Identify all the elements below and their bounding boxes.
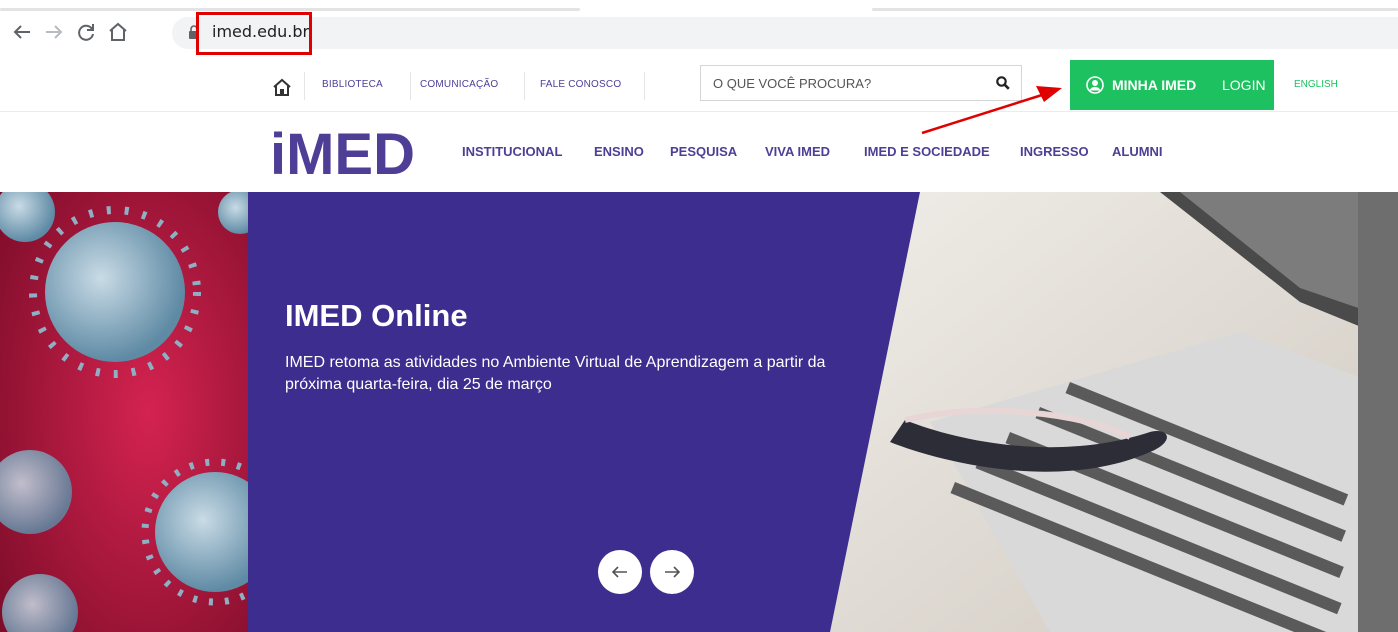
nav-alumni[interactable]: ALUMNI [1112, 144, 1163, 159]
divider [304, 72, 305, 100]
minha-imed-login-button[interactable]: MINHA IMED LOGIN [1070, 60, 1274, 110]
nav-ensino[interactable]: ENSINO [594, 144, 644, 159]
divider [524, 72, 525, 100]
hero-banner: IMED Online IMED retoma as atividades no… [0, 192, 1398, 632]
nav-ingresso[interactable]: INGRESSO [1020, 144, 1089, 159]
address-bar[interactable] [172, 17, 1398, 49]
tab-divider [872, 8, 1398, 11]
hero-background [0, 192, 1398, 632]
nav-institucional[interactable]: INSTITUCIONAL [462, 144, 562, 159]
browser-toolbar: imed.edu.br [0, 0, 1398, 60]
nav-imed-e-sociedade[interactable]: IMED E SOCIEDADE [864, 144, 990, 159]
forward-button[interactable] [42, 20, 66, 44]
url-highlight-box [196, 12, 312, 55]
back-button[interactable] [10, 20, 34, 44]
logo-text: iMED [270, 122, 415, 182]
arrow-left-icon [13, 25, 30, 39]
home-button[interactable] [106, 20, 130, 44]
arrow-right-icon [46, 25, 63, 39]
login-label: LOGIN [1222, 77, 1266, 93]
carousel-prev-button[interactable] [598, 550, 642, 594]
nav-pesquisa[interactable]: PESQUISA [670, 144, 737, 159]
link-comunicacao[interactable]: COMUNICAÇÃO [420, 79, 498, 90]
user-icon [1086, 76, 1104, 94]
arrow-left-icon [611, 566, 627, 578]
reload-icon [78, 24, 94, 41]
reload-button[interactable] [74, 20, 98, 44]
english-link[interactable]: ENGLISH [1294, 79, 1338, 90]
divider [410, 72, 411, 100]
login-label-bold: MINHA IMED [1112, 77, 1197, 93]
hero-title: IMED Online [285, 298, 468, 333]
link-fale-conosco[interactable]: FALE CONOSCO [540, 79, 621, 90]
main-navigation: iMED INSTITUCIONAL ENSINO PESQUISA VIVA … [0, 112, 1398, 192]
home-icon [109, 22, 127, 41]
nav-viva-imed[interactable]: VIVA IMED [765, 144, 830, 159]
search-input[interactable] [713, 73, 983, 93]
search-icon[interactable] [995, 75, 1011, 91]
hero-description: IMED retoma as atividades no Ambiente Vi… [285, 354, 826, 393]
search-box [700, 65, 1022, 101]
home-icon[interactable] [272, 78, 292, 96]
tab-divider [0, 8, 580, 11]
site-top-bar: BIBLIOTECA COMUNICAÇÃO FALE CONOSCO MINH… [0, 60, 1398, 112]
carousel-next-button[interactable] [650, 550, 694, 594]
link-biblioteca[interactable]: BIBLIOTECA [322, 79, 383, 90]
imed-logo[interactable]: iMED [270, 122, 426, 182]
arrow-right-icon [665, 566, 681, 578]
divider [644, 72, 645, 100]
